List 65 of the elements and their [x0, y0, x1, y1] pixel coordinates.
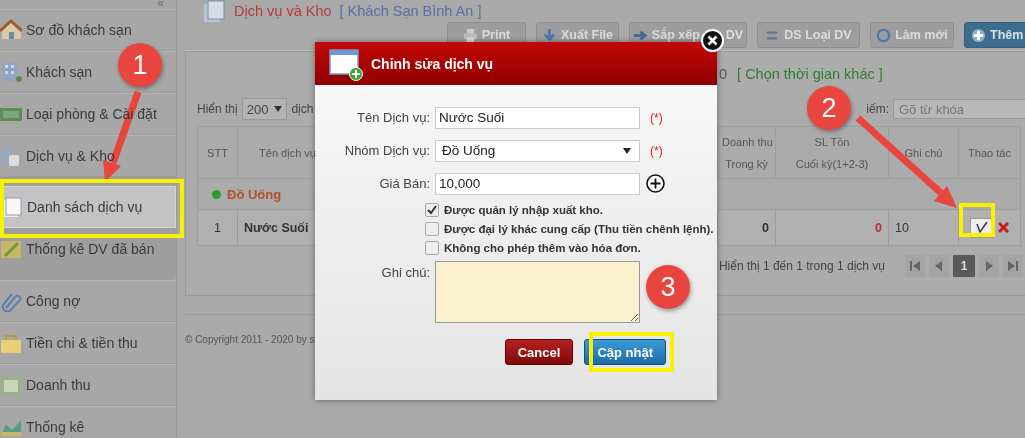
- highlight-frame: [959, 203, 995, 237]
- sidebar-item[interactable]: Tiền chi & tiền thu: [0, 322, 176, 364]
- dialog-title: Chỉnh sửa dịch vụ: [371, 55, 494, 72]
- field-label: Giá Bán:: [378, 176, 431, 191]
- input-field[interactable]: 10,000: [435, 172, 640, 195]
- cancel-button[interactable]: Cancel: [504, 339, 574, 365]
- page-size-select[interactable]: 200: [241, 98, 288, 120]
- page-button[interactable]: 1: [953, 255, 975, 277]
- checkbox[interactable]: [425, 202, 439, 217]
- last-page-icon[interactable]: [1003, 255, 1023, 277]
- plus-icon: [971, 27, 986, 43]
- date-text: 0: [719, 66, 728, 82]
- refresh-icon: [876, 27, 892, 43]
- select-field[interactable]: Đồ Uống: [435, 139, 640, 162]
- checkbox-label: Được đại lý khác cung cấp (Thu tiền chênh lệnh).: [444, 222, 714, 235]
- table-cell: 0: [717, 209, 776, 246]
- column-header: Thao tác: [958, 126, 1021, 179]
- sidebar-item[interactable]: Doanh thu: [0, 364, 176, 406]
- delete-icon[interactable]: [998, 222, 1009, 233]
- window-add-icon: [329, 46, 363, 81]
- search-field[interactable]: Gõ từ khóa: [893, 99, 1025, 119]
- search-label: iếm:: [866, 102, 889, 116]
- table-cell: 0: [775, 209, 889, 246]
- checkbox-label: Không cho phép thêm vào hóa đơn.: [444, 241, 641, 254]
- caret-icon: [274, 106, 283, 112]
- table-cell: 10: [888, 209, 959, 246]
- printer-icon: [462, 27, 478, 43]
- table-cell: 1: [197, 209, 238, 246]
- toolbar-button[interactable]: Thêm: [964, 22, 1025, 48]
- field-label: Nhóm Dịch vụ:: [343, 143, 431, 158]
- note-field[interactable]: [435, 261, 640, 323]
- hotel-name: [ Khách Sạn Bình An ]: [339, 3, 482, 19]
- plus-icon[interactable]: [646, 174, 665, 193]
- page-title: Dịch vụ và Kho: [234, 3, 332, 19]
- sidebar-item[interactable]: Công nợ: [0, 280, 176, 322]
- sidebar-item[interactable]: Thống kê DV đã bán: [0, 228, 176, 270]
- required-mark: (*): [650, 110, 663, 125]
- building-icon: [0, 61, 22, 83]
- input-field[interactable]: Nước Suối: [435, 106, 640, 129]
- pagination-summary: Hiển thị 1 đến 1 trong 1 dịch vụ: [718, 259, 885, 273]
- show-label: Hiển thị: [197, 102, 238, 116]
- column-header: SL Tồn Cuối kỳ(1+2-3): [775, 126, 889, 179]
- document-icon: [1, 196, 23, 218]
- checkbox[interactable]: [425, 221, 439, 236]
- caret-icon: [623, 147, 631, 154]
- update-button[interactable]: Cập nhật: [584, 339, 666, 365]
- field-label: Tên Dịch vụ:: [356, 110, 431, 125]
- show-suffix: dịch: [291, 102, 314, 116]
- download-icon: [541, 27, 557, 43]
- sidebar-item[interactable]: Thống kê: [0, 406, 176, 438]
- first-page-icon[interactable]: [905, 255, 925, 277]
- next-page-icon[interactable]: [979, 255, 999, 277]
- column-header: STT: [197, 126, 238, 179]
- previous-page-icon[interactable]: [929, 255, 949, 277]
- checkbox-label: Được quản lý nhập xuất kho.: [444, 203, 603, 216]
- house-icon: [0, 19, 22, 41]
- document-icon: [202, 0, 226, 23]
- bag-icon: [0, 332, 22, 354]
- group-name: Đồ Uống: [227, 186, 282, 202]
- collapse-button[interactable]: «: [157, 0, 164, 9]
- checkbox[interactable]: [425, 240, 439, 255]
- column-header: Doanh thu Trong kỳ: [717, 126, 776, 179]
- required-mark: (*): [650, 143, 663, 158]
- pencil-icon: [0, 238, 22, 260]
- field-label: Ghi chú:: [380, 264, 431, 280]
